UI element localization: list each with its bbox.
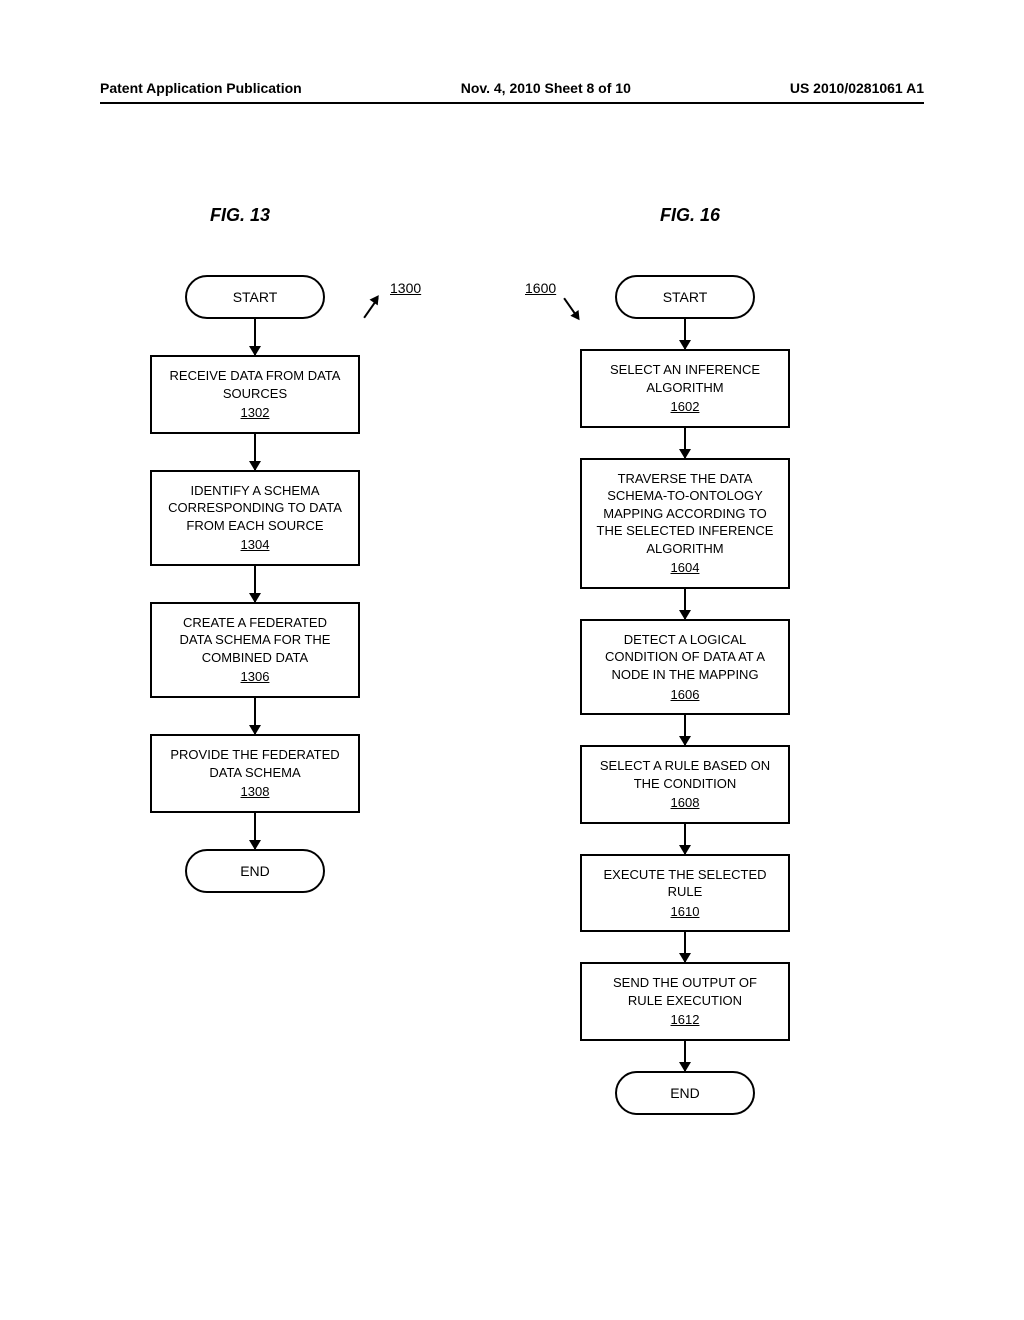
fig13-label: FIG. 13: [210, 205, 270, 226]
fig16-step-1612: SEND THE OUTPUT OF RULE EXECUTION 1612: [580, 962, 790, 1041]
step-ref: 1606: [671, 686, 700, 704]
step-ref: 1612: [671, 1011, 700, 1029]
step-ref: 1302: [241, 404, 270, 422]
fig16-ref-arrow: [563, 298, 578, 319]
fig16-step-1610: EXECUTE THE SELECTED RULE 1610: [580, 854, 790, 933]
step-ref: 1602: [671, 398, 700, 416]
step-text: TRAVERSE THE DATA SCHEMA-TO-ONTOLOGY MAP…: [596, 470, 774, 558]
arrow: [684, 715, 686, 745]
fig13-end: END: [185, 849, 325, 893]
step-text: DETECT A LOGICAL CONDITION OF DATA AT A …: [596, 631, 774, 684]
header-right: US 2010/0281061 A1: [790, 80, 924, 96]
arrow: [684, 932, 686, 962]
step-text: EXECUTE THE SELECTED RULE: [596, 866, 774, 901]
fig13-step-1308: PROVIDE THE FEDERATED DATA SCHEMA 1308: [150, 734, 360, 813]
arrow: [684, 428, 686, 458]
step-text: SELECT A RULE BASED ON THE CONDITION: [596, 757, 774, 792]
flowchart-16: START SELECT AN INFERENCE ALGORITHM 1602…: [580, 275, 790, 1115]
fig13-ref-arrow: [363, 298, 378, 319]
arrow: [254, 434, 256, 470]
arrow: [684, 824, 686, 854]
step-text: SEND THE OUTPUT OF RULE EXECUTION: [596, 974, 774, 1009]
header-left: Patent Application Publication: [100, 80, 302, 96]
fig13-start: START: [185, 275, 325, 319]
step-ref: 1608: [671, 794, 700, 812]
fig13-step-1302: RECEIVE DATA FROM DATA SOURCES 1302: [150, 355, 360, 434]
arrow: [684, 1041, 686, 1071]
fig16-step-1608: SELECT A RULE BASED ON THE CONDITION 160…: [580, 745, 790, 824]
fig16-label: FIG. 16: [660, 205, 720, 226]
arrow: [254, 566, 256, 602]
arrow: [684, 589, 686, 619]
fig16-step-1606: DETECT A LOGICAL CONDITION OF DATA AT A …: [580, 619, 790, 715]
fig16-step-1604: TRAVERSE THE DATA SCHEMA-TO-ONTOLOGY MAP…: [580, 458, 790, 589]
step-ref: 1304: [241, 536, 270, 554]
step-ref: 1306: [241, 668, 270, 686]
fig16-ref: 1600: [525, 280, 556, 296]
flowchart-13: START RECEIVE DATA FROM DATA SOURCES 130…: [150, 275, 360, 893]
step-ref: 1610: [671, 903, 700, 921]
step-text: RECEIVE DATA FROM DATA SOURCES: [166, 367, 344, 402]
header-center: Nov. 4, 2010 Sheet 8 of 10: [461, 80, 631, 96]
fig16-step-1602: SELECT AN INFERENCE ALGORITHM 1602: [580, 349, 790, 428]
step-ref: 1604: [671, 559, 700, 577]
step-text: IDENTIFY A SCHEMA CORRESPONDING TO DATA …: [166, 482, 344, 535]
step-ref: 1308: [241, 783, 270, 801]
page-header: Patent Application Publication Nov. 4, 2…: [100, 80, 924, 104]
step-text: PROVIDE THE FEDERATED DATA SCHEMA: [166, 746, 344, 781]
fig16-end: END: [615, 1071, 755, 1115]
arrow: [254, 813, 256, 849]
fig16-start: START: [615, 275, 755, 319]
fig13-ref: 1300: [390, 280, 421, 296]
arrow: [684, 319, 686, 349]
arrow: [254, 319, 256, 355]
arrow: [254, 698, 256, 734]
fig13-step-1304: IDENTIFY A SCHEMA CORRESPONDING TO DATA …: [150, 470, 360, 566]
step-text: CREATE A FEDERATED DATA SCHEMA FOR THE C…: [166, 614, 344, 667]
step-text: SELECT AN INFERENCE ALGORITHM: [596, 361, 774, 396]
fig13-step-1306: CREATE A FEDERATED DATA SCHEMA FOR THE C…: [150, 602, 360, 698]
